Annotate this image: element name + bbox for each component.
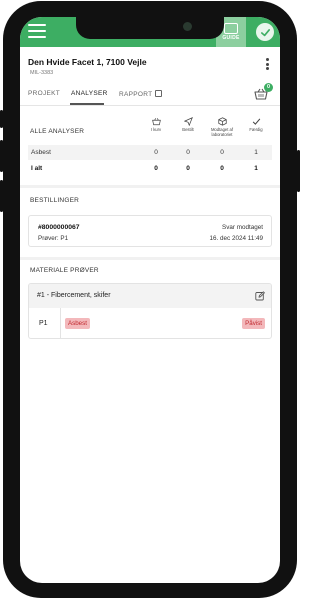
more-options-icon[interactable] — [264, 58, 270, 72]
column-header-label: Færdig — [249, 127, 263, 132]
analyser-section-title: ALLE ANALYSER — [30, 128, 85, 135]
menu-icon[interactable] — [28, 24, 46, 38]
count-faerdig: 1 — [254, 165, 258, 172]
column-header-faerdig: Færdig — [238, 117, 274, 132]
orders-section-title: BESTILLINGER — [30, 197, 79, 204]
material-title: #1 - Fibercement, skifer — [37, 292, 111, 299]
box-icon — [217, 117, 227, 126]
material-card-header: #1 - Fibercement, skifer — [29, 284, 271, 308]
analysis-row-total: I alt 0 0 0 1 — [28, 161, 272, 176]
column-header-bestilt: Bestilt — [170, 117, 206, 132]
material-card[interactable]: #1 - Fibercement, skifer P1 Asbest Påvis… — [28, 283, 272, 339]
front-camera — [183, 22, 192, 31]
count-i-kurv: 0 — [154, 165, 158, 172]
column-header-i-kurv: I kurv — [138, 117, 174, 132]
column-header-label: Bestilt — [182, 127, 194, 132]
analysis-name: Asbest — [31, 149, 51, 156]
edit-icon[interactable] — [255, 291, 265, 301]
book-icon — [224, 23, 238, 34]
analysis-row-asbest[interactable]: Asbest 0 0 0 1 — [28, 145, 272, 160]
column-header-modtaget: Modtaget af laboratoriet — [204, 117, 240, 137]
count-bestilt: 0 — [186, 149, 190, 156]
side-button — [297, 150, 300, 192]
order-number: #8000000067 — [38, 224, 80, 231]
tab-analyser[interactable]: ANALYSER — [71, 90, 108, 97]
side-button — [0, 140, 3, 172]
count-modtaget: 0 — [220, 165, 224, 172]
guide-label: GUIDE — [222, 35, 240, 41]
section-divider — [20, 185, 280, 188]
active-tab-indicator — [70, 103, 104, 105]
result-tag: Påvist — [242, 318, 265, 329]
order-samples: Prøver: P1 — [38, 235, 69, 242]
case-id: MIL-3383 — [30, 70, 54, 76]
phone-notch — [76, 17, 224, 39]
case-address: Den Hvide Facet 1, 7100 Vejle — [28, 57, 147, 67]
count-modtaget: 0 — [220, 149, 224, 156]
side-button — [0, 110, 3, 128]
analysis-tag[interactable]: Asbest — [65, 318, 90, 329]
app-screen: GUIDE Den Hvide Facet 1, 7100 Vejle MIL-… — [20, 17, 280, 583]
column-header-label: I kurv — [150, 127, 162, 132]
analysis-name: I alt — [31, 165, 43, 172]
sample-id: P1 — [39, 320, 48, 327]
complete-button[interactable] — [256, 23, 274, 41]
count-bestilt: 0 — [186, 165, 190, 172]
order-status: Svar modtaget — [222, 224, 263, 231]
order-card[interactable]: #8000000067 Prøver: P1 Svar modtaget 16.… — [28, 215, 272, 247]
count-faerdig: 1 — [254, 149, 258, 156]
tab-rapport[interactable]: RAPPORT — [119, 90, 163, 98]
column-divider — [60, 308, 61, 338]
side-button — [0, 180, 3, 212]
external-link-icon — [155, 90, 163, 97]
tab-bar: PROJEKT ANALYSER RAPPORT — [20, 88, 280, 106]
check-icon — [252, 118, 260, 125]
tab-projekt[interactable]: PROJEKT — [28, 90, 60, 97]
count-i-kurv: 0 — [154, 149, 158, 156]
basket-count-badge: 0 — [264, 83, 273, 92]
column-header-label: Modtaget af laboratoriet — [210, 127, 234, 137]
tab-rapport-label: RAPPORT — [119, 91, 153, 98]
materials-section-title: MATERIALE PRØVER — [30, 267, 99, 274]
send-icon — [183, 117, 193, 126]
basket-icon — [151, 118, 161, 126]
check-icon — [260, 28, 270, 36]
order-date: 16. dec 2024 11:49 — [209, 235, 263, 242]
section-divider — [20, 257, 280, 260]
